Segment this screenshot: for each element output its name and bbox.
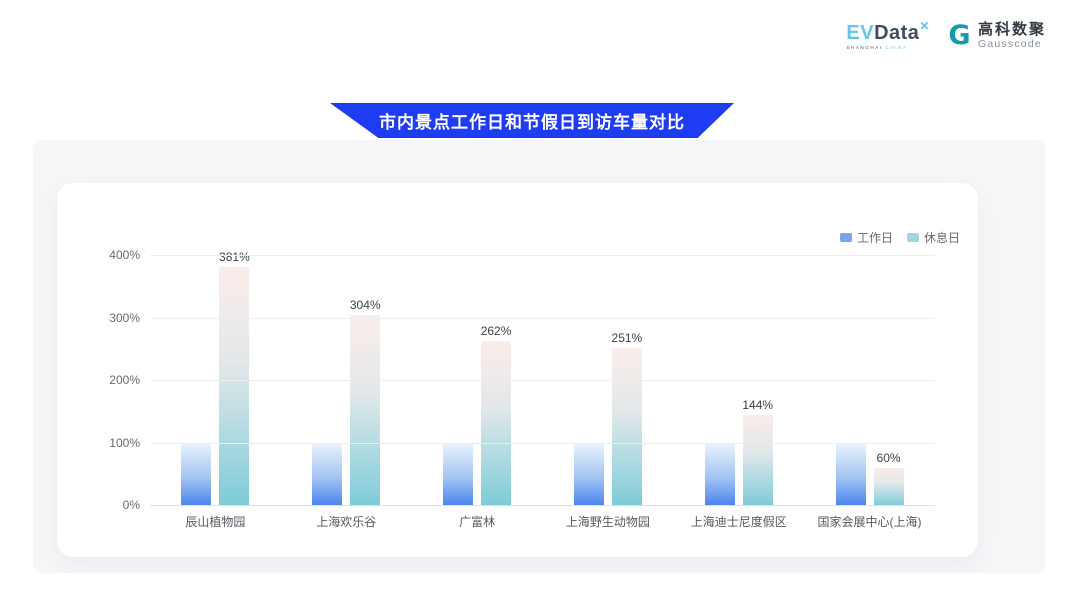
evdata-wordmark: EVData✕ — [846, 20, 930, 43]
gridline: 400% — [150, 255, 935, 256]
x-axis-label: 上海欢乐谷 — [281, 513, 412, 530]
holiday-bar: 144% — [743, 415, 773, 505]
holiday-bar: 304% — [350, 315, 380, 505]
evdata-subtext: SHANGHAI CHINA — [846, 46, 930, 51]
workday-bar — [836, 443, 866, 506]
workday-bar — [443, 443, 473, 506]
gausscode-cn-name: 高科数聚 — [978, 22, 1046, 37]
legend-swatch-workday — [840, 233, 852, 242]
x-axis-label: 国家会展中心(上海) — [804, 513, 935, 530]
page-title: 市内景点工作日和节假日到访车量对比 — [379, 108, 685, 133]
gridline: 300% — [150, 318, 935, 319]
holiday-bar: 262% — [481, 341, 511, 505]
gridline: 100% — [150, 443, 935, 444]
legend-label-holiday: 休息日 — [924, 229, 960, 246]
y-axis-tick-label: 200% — [109, 373, 140, 387]
y-axis-tick-label: 0% — [123, 498, 140, 512]
y-axis-tick-label: 400% — [109, 248, 140, 262]
x-axis-label: 广富林 — [412, 513, 543, 530]
y-axis-tick-label: 100% — [109, 436, 140, 450]
y-axis-tick-label: 300% — [109, 311, 140, 325]
evdata-x-icon: ✕ — [919, 19, 930, 33]
x-axis-label: 上海野生动物园 — [542, 513, 673, 530]
x-axis-label: 上海迪士尼度假区 — [673, 513, 804, 530]
workday-bar — [181, 443, 211, 506]
workday-bar — [312, 443, 342, 506]
legend-label-workday: 工作日 — [857, 229, 893, 246]
chart-card: 工作日 休息日 381% 304% 262% 251% 144% 60% 400% 300%… — [57, 183, 978, 557]
bar-value-label: 60% — [877, 451, 901, 465]
gausscode-icon: G — [946, 22, 973, 49]
gausscode-logo: G 高科数聚 Gausscode — [946, 22, 1046, 50]
bar-value-label: 144% — [742, 398, 773, 412]
bar-value-label: 304% — [350, 298, 381, 312]
legend-swatch-holiday — [907, 233, 919, 242]
chart-panel: 工作日 休息日 381% 304% 262% 251% 144% 60% 400% 300%… — [33, 140, 1045, 573]
evdata-logo: EVData✕ SHANGHAI CHINA — [846, 20, 930, 51]
header-logos: EVData✕ SHANGHAI CHINA G 高科数聚 Gausscode — [846, 20, 1046, 51]
holiday-bar: 251% — [612, 348, 642, 505]
x-axis-labels: 辰山植物园上海欢乐谷广富林上海野生动物园上海迪士尼度假区国家会展中心(上海) — [150, 513, 935, 530]
holiday-bar: 381% — [219, 267, 249, 505]
workday-bar — [705, 443, 735, 506]
gridline: 200% — [150, 380, 935, 381]
bar-value-label: 262% — [481, 324, 512, 338]
workday-bar — [574, 443, 604, 506]
legend-item-workday[interactable]: 工作日 — [840, 229, 893, 246]
gausscode-en-name: Gausscode — [978, 39, 1046, 50]
holiday-bar: 60% — [874, 468, 904, 506]
title-banner: 市内景点工作日和节假日到访车量对比 — [330, 103, 734, 138]
plot-area: 381% 304% 262% 251% 144% 60% 400% 300% 200% 100%… — [150, 255, 935, 505]
gridline: 0% — [150, 505, 935, 506]
legend-item-holiday[interactable]: 休息日 — [907, 229, 960, 246]
x-axis-label: 辰山植物园 — [150, 513, 281, 530]
bar-value-label: 251% — [612, 331, 643, 345]
chart-legend: 工作日 休息日 — [840, 229, 960, 246]
bar-value-label: 381% — [219, 250, 250, 264]
